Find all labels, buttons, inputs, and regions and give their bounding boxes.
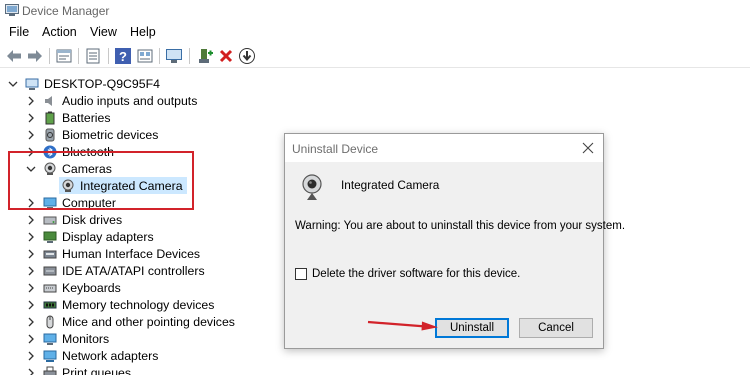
computer-icon bbox=[25, 77, 39, 91]
chevron-right-icon[interactable] bbox=[25, 316, 37, 328]
tree-item-mice[interactable]: Mice and other pointing devices bbox=[25, 313, 235, 330]
tree-item-audio[interactable]: Audio inputs and outputs bbox=[25, 92, 197, 109]
close-icon[interactable] bbox=[581, 141, 595, 155]
toolbar-separator bbox=[108, 48, 109, 64]
tree-item-label: Biometric devices bbox=[62, 127, 159, 142]
chevron-right-icon[interactable] bbox=[25, 214, 37, 226]
monitor-scan-icon[interactable] bbox=[165, 47, 183, 65]
tree-item-label: Mice and other pointing devices bbox=[62, 314, 235, 329]
tree-item-display-adapters[interactable]: Display adapters bbox=[25, 228, 154, 245]
chevron-down-icon[interactable] bbox=[7, 78, 19, 90]
tree-item-label: Memory technology devices bbox=[62, 297, 215, 312]
menu-action[interactable]: Action bbox=[42, 25, 77, 39]
chevron-right-icon[interactable] bbox=[25, 299, 37, 311]
tree-item-biometric[interactable]: Biometric devices bbox=[25, 126, 158, 143]
annotation-highlight-box bbox=[8, 151, 194, 210]
menu-file[interactable]: File bbox=[9, 25, 29, 39]
battery-icon bbox=[43, 111, 57, 125]
update-driver-icon[interactable] bbox=[238, 47, 256, 65]
tree-item-memory-tech[interactable]: Memory technology devices bbox=[25, 296, 214, 313]
checkbox-box[interactable] bbox=[295, 268, 307, 280]
tree-root[interactable]: DESKTOP-Q9C95F4 bbox=[7, 75, 160, 92]
forward-arrow-icon[interactable] bbox=[26, 47, 44, 65]
biometric-icon bbox=[43, 128, 57, 142]
chevron-right-icon[interactable] bbox=[25, 282, 37, 294]
tree-item-label: IDE ATA/ATAPI controllers bbox=[62, 263, 205, 278]
tree-item-print-queues[interactable]: Print queues bbox=[25, 364, 131, 375]
tree-item-ide[interactable]: IDE ATA/ATAPI controllers bbox=[25, 262, 205, 279]
chevron-right-icon[interactable] bbox=[25, 350, 37, 362]
mouse-icon bbox=[43, 315, 57, 329]
dialog-title: Uninstall Device bbox=[292, 142, 379, 156]
monitor-icon bbox=[43, 332, 57, 346]
dialog-device-name: Integrated Camera bbox=[341, 178, 440, 192]
annotation-arrow-icon bbox=[367, 320, 438, 331]
back-arrow-icon[interactable] bbox=[5, 47, 23, 65]
chevron-right-icon[interactable] bbox=[25, 129, 37, 141]
printer-icon bbox=[43, 366, 57, 375]
hid-icon bbox=[43, 247, 57, 261]
delete-driver-checkbox[interactable]: Delete the driver software for this devi… bbox=[295, 268, 520, 280]
menu-view[interactable]: View bbox=[90, 25, 117, 39]
checkbox-label: Delete the driver software for this devi… bbox=[312, 268, 521, 280]
tree-item-keyboards[interactable]: Keyboards bbox=[25, 279, 121, 296]
uninstall-x-icon[interactable] bbox=[217, 47, 235, 65]
svg-text:?: ? bbox=[119, 49, 127, 64]
dialog-warning-text: Warning: You are about to uninstall this… bbox=[295, 220, 626, 232]
dialog-body: Integrated Camera Warning: You are about… bbox=[285, 162, 625, 348]
resources-icon[interactable] bbox=[136, 47, 154, 65]
chevron-right-icon[interactable] bbox=[25, 265, 37, 277]
cancel-button[interactable]: Cancel bbox=[519, 318, 593, 338]
tree-item-batteries[interactable]: Batteries bbox=[25, 109, 111, 126]
ide-icon bbox=[43, 264, 57, 278]
uninstall-dialog: Uninstall Device Integrated Camera Warni… bbox=[284, 133, 625, 349]
chevron-right-icon[interactable] bbox=[25, 248, 37, 260]
tree-item-label: Display adapters bbox=[62, 229, 154, 244]
keyboard-icon bbox=[43, 281, 57, 295]
chevron-right-icon[interactable] bbox=[25, 95, 37, 107]
camera-icon bbox=[302, 174, 322, 200]
dialog-title-bar: Uninstall Device bbox=[285, 134, 603, 162]
toolbar-separator bbox=[49, 48, 50, 64]
network-icon bbox=[43, 349, 57, 363]
add-driver-icon[interactable] bbox=[196, 47, 214, 65]
device-manager-icon bbox=[5, 4, 19, 16]
display-adapter-icon bbox=[43, 230, 57, 244]
help-icon[interactable]: ? bbox=[114, 47, 132, 65]
chevron-right-icon[interactable] bbox=[25, 333, 37, 345]
toolbar: ? bbox=[0, 44, 750, 68]
tree-item-label: Audio inputs and outputs bbox=[62, 93, 198, 108]
chevron-right-icon[interactable] bbox=[25, 112, 37, 124]
memory-icon bbox=[43, 298, 57, 312]
toolbar-separator bbox=[159, 48, 160, 64]
tree-item-label: Keyboards bbox=[62, 280, 121, 295]
properties-icon[interactable] bbox=[55, 47, 73, 65]
tree-item-label: Monitors bbox=[62, 331, 110, 346]
tree-item-hid[interactable]: Human Interface Devices bbox=[25, 245, 200, 262]
menu-bar: File Action View Help bbox=[0, 22, 750, 42]
chevron-right-icon[interactable] bbox=[25, 367, 37, 375]
tree-root-label: DESKTOP-Q9C95F4 bbox=[44, 76, 160, 91]
disk-icon bbox=[43, 213, 57, 227]
tree-item-label: Batteries bbox=[62, 110, 111, 125]
uninstall-button[interactable]: Uninstall bbox=[435, 318, 509, 338]
speaker-icon bbox=[43, 94, 57, 108]
list-icon[interactable] bbox=[84, 47, 102, 65]
toolbar-separator bbox=[189, 48, 190, 64]
tree-item-network-adapters[interactable]: Network adapters bbox=[25, 347, 158, 364]
tree-item-label: Human Interface Devices bbox=[62, 246, 201, 261]
tree-item-label: Print queues bbox=[62, 365, 132, 375]
chevron-right-icon[interactable] bbox=[25, 231, 37, 243]
tree-item-disk-drives[interactable]: Disk drives bbox=[25, 211, 122, 228]
tree-item-label: Disk drives bbox=[62, 212, 123, 227]
window-title: Device Manager bbox=[22, 4, 110, 18]
title-bar: Device Manager bbox=[0, 0, 750, 22]
toolbar-separator bbox=[78, 48, 79, 64]
menu-help[interactable]: Help bbox=[130, 25, 156, 39]
tree-item-monitors[interactable]: Monitors bbox=[25, 330, 109, 347]
tree-item-label: Network adapters bbox=[62, 348, 159, 363]
